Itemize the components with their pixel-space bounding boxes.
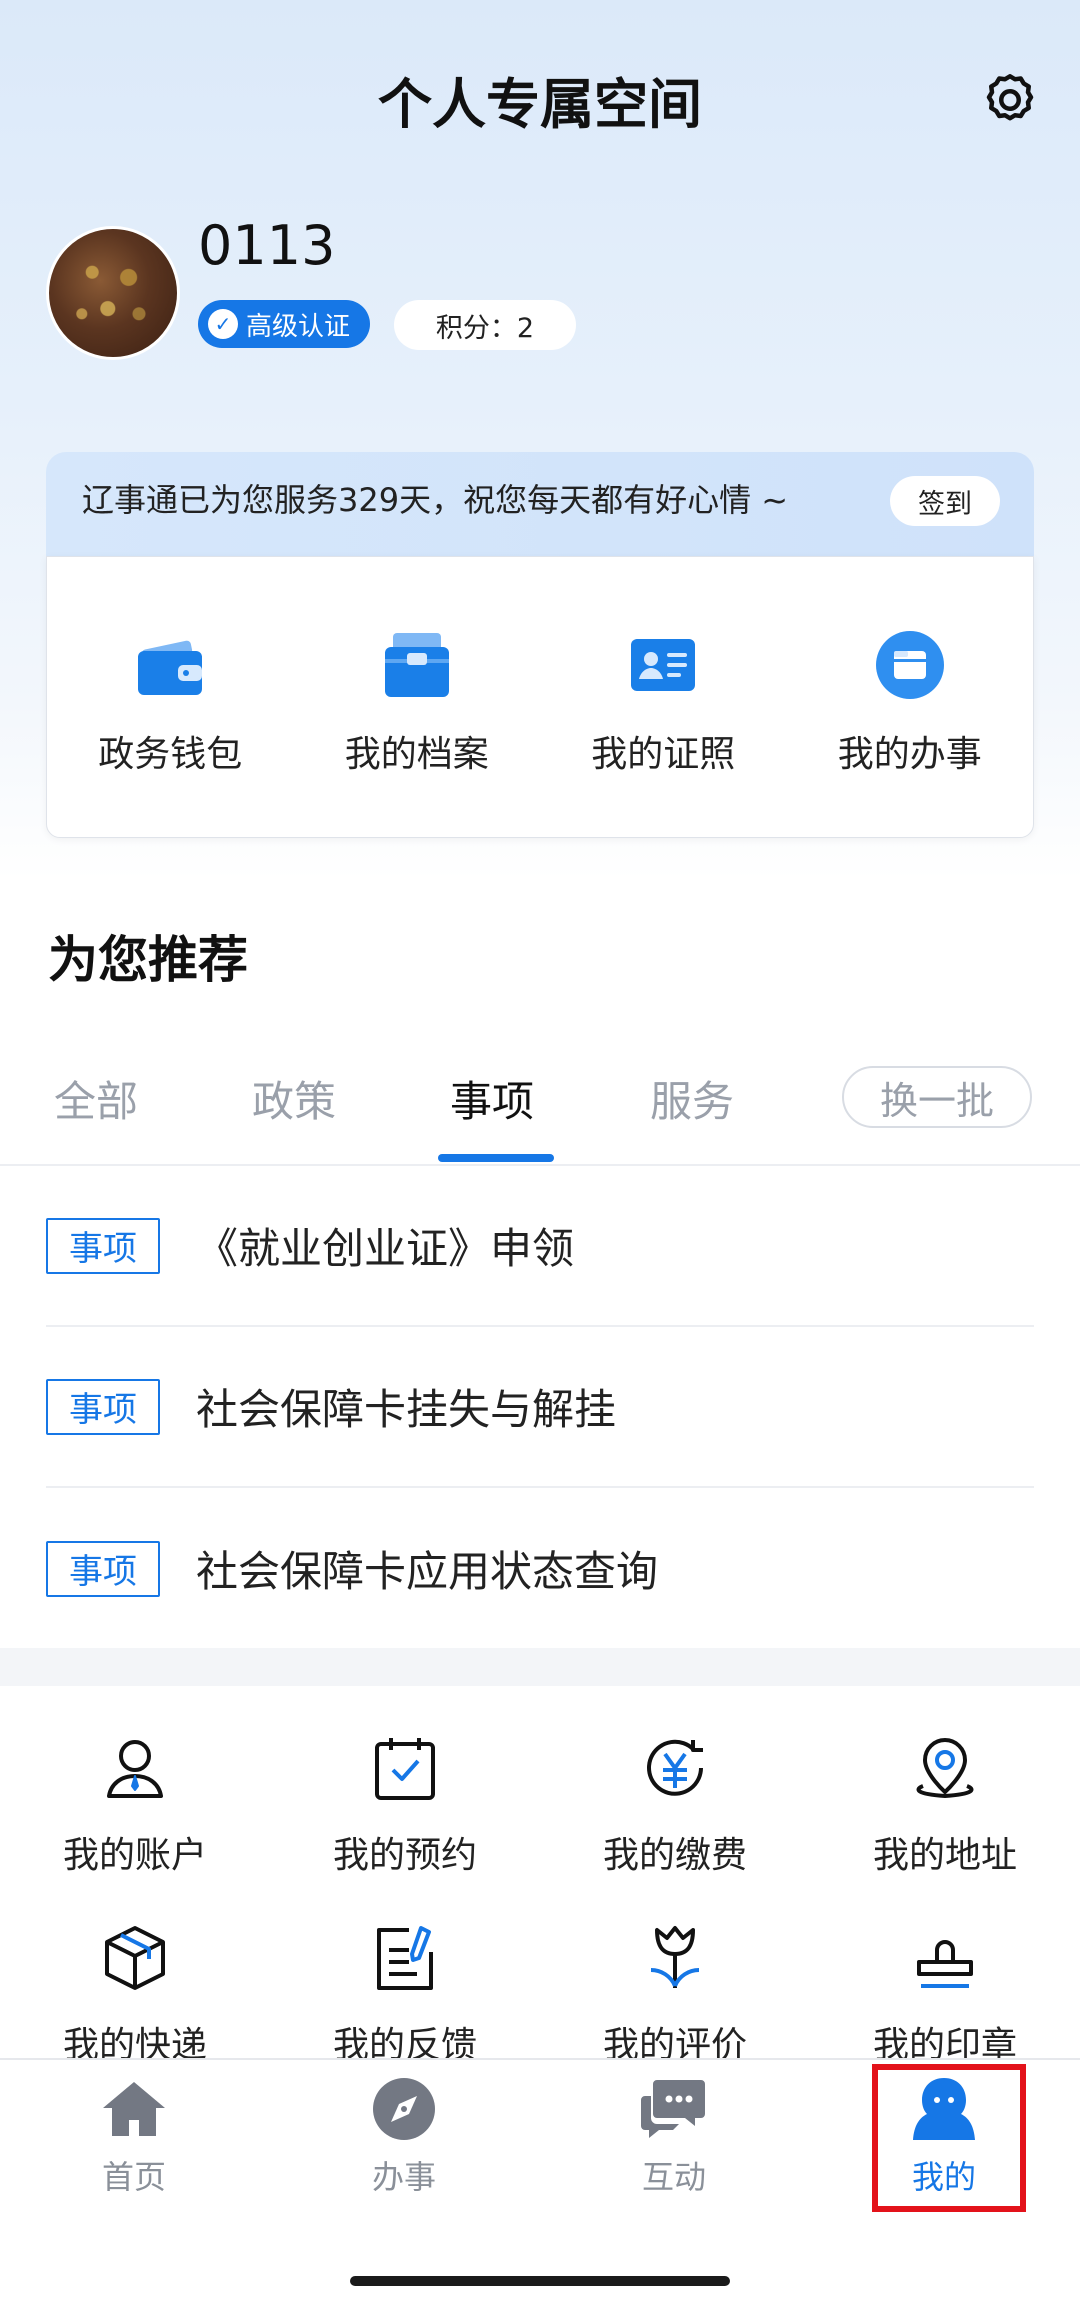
recommend-list: 事项 《就业创业证》申领 事项 社会保障卡挂失与解挂 事项 社会保障卡应用状态查… <box>0 1166 1080 1649</box>
refresh-button[interactable]: 换一批 <box>842 1066 1032 1128</box>
verified-icon: ✓ <box>208 309 238 339</box>
tulip-icon <box>650 1926 700 1988</box>
feedback-icon <box>377 1926 433 1990</box>
nav-interaction[interactable]: 互动 <box>574 2074 774 2198</box>
briefcase-icon <box>384 633 449 697</box>
service-appointment[interactable]: 我的预约 <box>270 1732 540 1878</box>
gear-icon <box>986 74 1034 121</box>
service-banner: 辽事通已为您服务329天，祝您每天都有好心情 ~ 签到 <box>46 452 1034 556</box>
location-pin-icon <box>916 1738 974 1798</box>
home-indicator[interactable] <box>350 2276 730 2286</box>
service-label: 我的账户 <box>62 1835 207 1876</box>
service-feedback[interactable]: 我的反馈 <box>270 1922 540 2058</box>
id-card-icon <box>631 639 696 691</box>
active-tab-indicator <box>438 1154 554 1162</box>
quick-action-label: 我的证照 <box>591 734 736 775</box>
settings-button[interactable] <box>980 70 1040 130</box>
compass-icon <box>373 2078 435 2140</box>
avatar[interactable] <box>46 226 180 360</box>
quick-actions-card: 政务钱包 我的档案 我的证照 我的办事 <box>46 556 1034 838</box>
recommend-title: 为您推荐 <box>48 931 248 989</box>
service-label: 我的反馈 <box>332 2025 477 2058</box>
list-item[interactable]: 事项 《就业创业证》申领 <box>46 1166 1034 1327</box>
wallet-icon <box>138 640 203 695</box>
service-label: 我的评价 <box>602 2025 747 2058</box>
service-payment[interactable]: 我的缴费 <box>540 1732 810 1878</box>
item-tag: 事项 <box>46 1540 160 1597</box>
quick-action-wallet[interactable]: 政务钱包 <box>47 557 294 837</box>
quick-action-label: 我的办事 <box>837 734 982 775</box>
home-icon <box>103 2082 165 2136</box>
nav-label: 首页 <box>101 2158 166 2196</box>
certification-label: 高级认证 <box>246 311 351 342</box>
item-title: 《就业创业证》申领 <box>196 1224 575 1273</box>
tab-policy[interactable]: 政策 <box>252 1068 336 1129</box>
quick-action-label: 我的档案 <box>344 734 489 775</box>
section-divider <box>0 1648 1080 1686</box>
item-title: 社会保障卡应用状态查询 <box>196 1547 659 1596</box>
nav-label: 互动 <box>641 2158 706 2196</box>
tab-services[interactable]: 服务 <box>650 1068 734 1129</box>
folder-icon <box>875 631 944 699</box>
username: 0113 <box>198 214 336 277</box>
tab-all[interactable]: 全部 <box>54 1068 138 1129</box>
item-title: 社会保障卡挂失与解挂 <box>196 1385 617 1434</box>
quick-action-archive[interactable]: 我的档案 <box>294 557 541 837</box>
quick-action-affairs[interactable]: 我的办事 <box>787 557 1034 837</box>
calendar-check-icon <box>375 1738 435 1800</box>
page-title: 个人专属空间 <box>378 73 702 136</box>
service-seal[interactable]: 我的印章 <box>810 1922 1080 2058</box>
service-review[interactable]: 我的评价 <box>540 1922 810 2058</box>
services-grid: 我的账户 我的预约 我的缴费 我的地址 我的快递 我的反馈 我的评价 我的印章 <box>0 1686 1080 2058</box>
service-label: 我的地址 <box>872 1835 1017 1876</box>
list-item[interactable]: 事项 社会保障卡挂失与解挂 <box>46 1327 1034 1488</box>
item-tag: 事项 <box>46 1378 160 1435</box>
package-icon <box>105 1926 165 1990</box>
checkin-button[interactable]: 签到 <box>890 476 1000 526</box>
service-delivery[interactable]: 我的快递 <box>0 1922 270 2058</box>
service-label: 我的缴费 <box>602 1835 747 1876</box>
nav-services[interactable]: 办事 <box>304 2074 504 2198</box>
service-label: 我的快递 <box>62 2025 207 2058</box>
recommend-tabs: 全部 政策 事项 服务 换一批 <box>0 1058 1080 1166</box>
service-label: 我的印章 <box>872 2025 1017 2058</box>
list-item[interactable]: 事项 社会保障卡应用状态查询 <box>46 1488 1034 1649</box>
chat-icon <box>641 2080 705 2138</box>
service-address[interactable]: 我的地址 <box>810 1732 1080 1878</box>
highlight-box <box>872 2064 1026 2212</box>
stamp-icon <box>917 1940 973 1988</box>
service-days-text: 辽事通已为您服务329天，祝您每天都有好心情 ~ <box>82 481 789 519</box>
points-badge[interactable]: 积分：2 <box>394 300 576 350</box>
certification-badge[interactable]: ✓ 高级认证 <box>198 300 371 348</box>
user-icon <box>107 1740 163 1798</box>
nav-label: 办事 <box>371 2158 436 2196</box>
yuan-icon <box>647 1739 703 1796</box>
item-tag: 事项 <box>46 1217 160 1274</box>
quick-action-label: 政务钱包 <box>98 734 243 775</box>
nav-home[interactable]: 首页 <box>34 2074 234 2198</box>
service-account[interactable]: 我的账户 <box>0 1732 270 1878</box>
service-label: 我的预约 <box>332 1835 477 1876</box>
quick-action-licenses[interactable]: 我的证照 <box>540 557 787 837</box>
tab-matters[interactable]: 事项 <box>450 1068 534 1129</box>
